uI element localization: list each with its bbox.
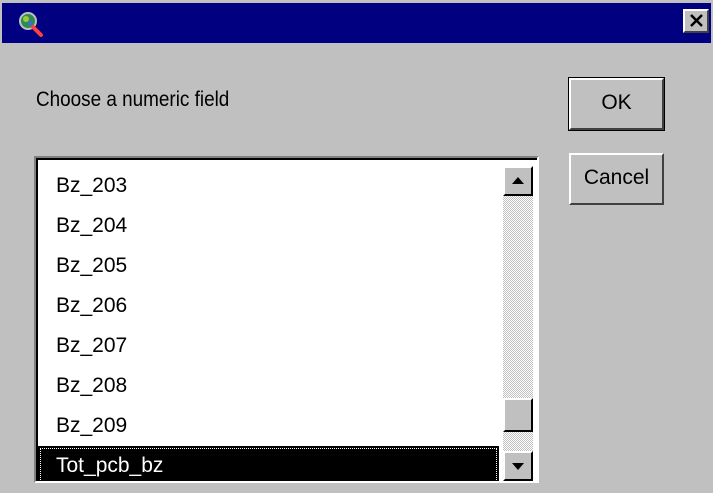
scroll-down-button[interactable] — [503, 451, 533, 481]
list-item[interactable]: Bz_203 — [38, 166, 499, 206]
scroll-up-button[interactable] — [503, 166, 533, 196]
scrollbar-thumb[interactable] — [503, 398, 533, 432]
cancel-button[interactable]: Cancel — [569, 153, 664, 205]
arrow-up-icon — [512, 177, 524, 184]
arrow-down-icon — [512, 463, 524, 470]
field-listbox[interactable]: Bz_203 Bz_204 Bz_205 Bz_206 Bz_207 Bz_20… — [34, 156, 539, 483]
list-item[interactable]: Bz_207 — [38, 326, 499, 366]
ok-button[interactable]: OK — [568, 77, 665, 131]
list-item[interactable]: Bz_206 — [38, 286, 499, 326]
vertical-scrollbar[interactable] — [503, 166, 533, 481]
list-item-selected[interactable]: Tot_pcb_bz — [38, 446, 499, 481]
listbox-frame: Bz_203 Bz_204 Bz_205 Bz_206 Bz_207 Bz_20… — [36, 158, 537, 481]
list-item[interactable]: Bz_209 — [38, 406, 499, 446]
prompt-label: Choose a numeric field — [36, 88, 230, 111]
field-list: Bz_203 Bz_204 Bz_205 Bz_206 Bz_207 Bz_20… — [38, 166, 499, 481]
dialog-window: Choose a numeric field Bz_203 Bz_204 Bz_… — [0, 0, 713, 493]
close-button[interactable] — [683, 9, 709, 33]
title-bar[interactable] — [2, 3, 711, 43]
list-item[interactable]: Bz_204 — [38, 206, 499, 246]
list-item[interactable]: Bz_208 — [38, 366, 499, 406]
magnifier-globe-icon — [16, 10, 44, 38]
close-icon — [690, 14, 703, 27]
list-item[interactable]: Bz_205 — [38, 246, 499, 286]
